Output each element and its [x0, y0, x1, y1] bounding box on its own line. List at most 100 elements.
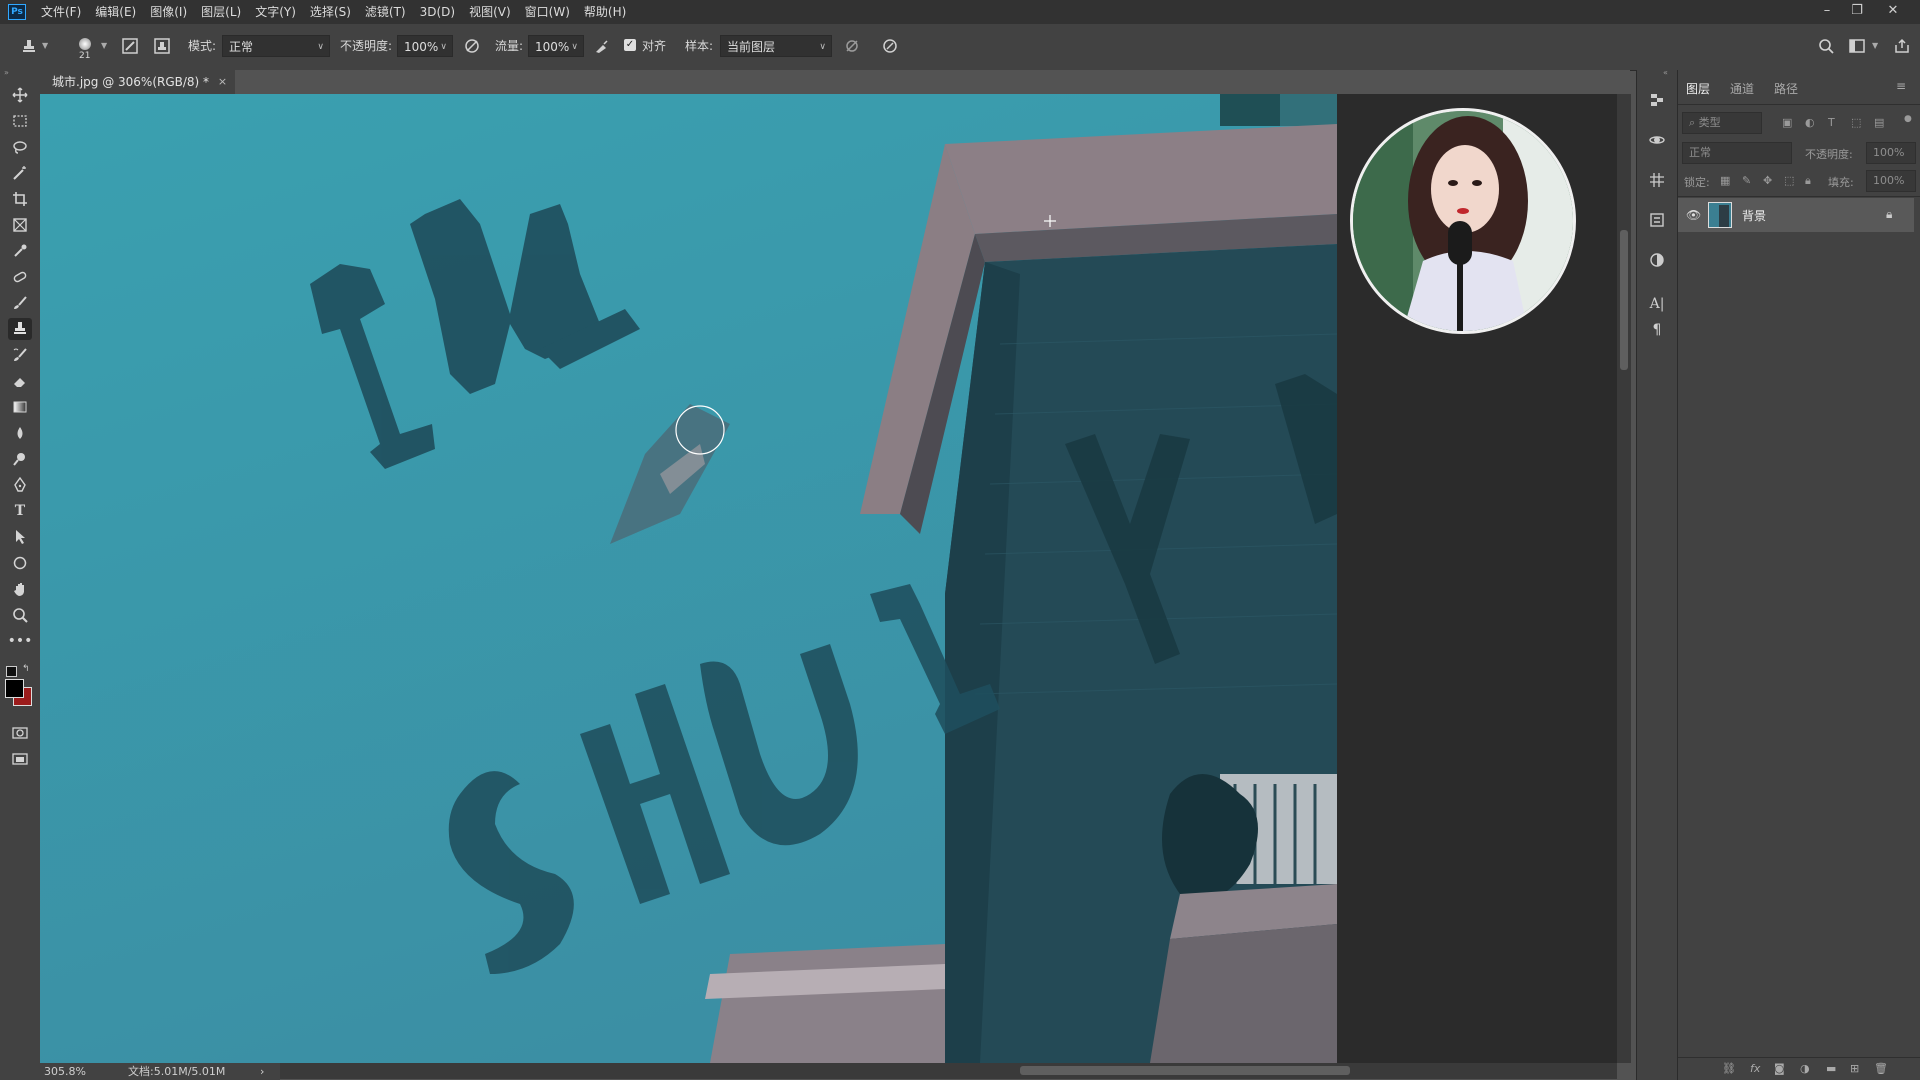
swap-colors-icon[interactable]: ↰ [22, 664, 30, 674]
crop-icon[interactable] [8, 188, 32, 210]
document-canvas[interactable] [40, 94, 1337, 1063]
menu-3d[interactable]: 3D(D) [413, 0, 462, 24]
pressure-opacity-icon[interactable] [462, 35, 482, 57]
status-menu-arrow[interactable]: › [260, 1063, 264, 1080]
tab-paths[interactable]: 路径 [1774, 80, 1798, 97]
menu-help[interactable]: 帮助(H) [577, 0, 633, 24]
properties-panel-icon[interactable] [1645, 208, 1669, 232]
paragraph-panel-icon[interactable]: ¶ [1645, 318, 1669, 342]
path-select-icon[interactable] [8, 526, 32, 548]
filter-smart-object-icon[interactable]: ▤ [1874, 116, 1884, 129]
filter-adjustment-icon[interactable]: ◐ [1805, 116, 1815, 129]
menu-layer[interactable]: 图层(L) [194, 0, 248, 24]
close-window-icon[interactable]: ✕ [1878, 0, 1908, 24]
type-icon[interactable]: T [8, 500, 32, 522]
opacity-input[interactable]: 100% ∨ [397, 35, 453, 57]
eyedropper-icon[interactable] [8, 240, 32, 262]
document-tab[interactable]: 城市.jpg @ 306%(RGB/8) * × [40, 70, 236, 94]
marquee-icon[interactable] [8, 110, 32, 132]
history-brush-icon[interactable] [8, 344, 32, 366]
fx-icon[interactable]: fx [1750, 1062, 1760, 1075]
lock-all-icon[interactable]: 🔒︎ [1805, 174, 1811, 188]
menu-image[interactable]: 图像(I) [143, 0, 194, 24]
layer-row[interactable]: 👁︎ 背景 🔒︎ [1678, 198, 1914, 232]
workspace-icon[interactable] [1846, 35, 1868, 57]
add-mask-icon[interactable]: ◙ [1774, 1062, 1785, 1075]
brush-icon[interactable] [8, 292, 32, 314]
horizontal-scroll-thumb[interactable] [1020, 1066, 1350, 1075]
pen-icon[interactable] [8, 474, 32, 496]
layer-filter-dropdown[interactable]: ⌕ 类型 [1682, 112, 1762, 134]
vertical-scroll-thumb[interactable] [1620, 230, 1628, 370]
lock-pixels-icon[interactable]: ✎ [1742, 174, 1751, 187]
search-icon[interactable] [1816, 35, 1836, 57]
collapse-panels-icon[interactable]: « [1663, 68, 1668, 77]
lock-position-icon[interactable]: ✥ [1763, 174, 1772, 187]
new-group-icon[interactable]: ▬ [1826, 1062, 1836, 1075]
menu-type[interactable]: 文字(Y) [248, 0, 303, 24]
shape-icon[interactable] [8, 552, 32, 574]
magic-wand-icon[interactable] [8, 162, 32, 184]
quick-mask-icon[interactable] [8, 722, 32, 744]
dodge-icon[interactable] [8, 448, 32, 470]
filter-pixel-icon[interactable]: ▣ [1782, 116, 1792, 129]
frame-icon[interactable] [8, 214, 32, 236]
grid-panel-icon[interactable] [1645, 168, 1669, 192]
lock-transparent-icon[interactable]: ▦ [1720, 174, 1730, 187]
3d-panel-icon[interactable] [1645, 128, 1669, 152]
blur-icon[interactable] [8, 422, 32, 444]
tab-layers[interactable]: 图层 [1686, 80, 1710, 97]
link-layers-icon[interactable]: ⛓︎ [1722, 1062, 1736, 1075]
history-panel-icon[interactable] [1645, 88, 1669, 112]
ignore-adjustment-layers-icon[interactable] [842, 35, 862, 57]
aligned-checkbox[interactable]: ✓ [624, 39, 636, 51]
clone-source-icon[interactable] [152, 35, 172, 57]
hand-icon[interactable] [8, 578, 32, 600]
more-icon[interactable]: ••• [8, 630, 33, 652]
gradient-icon[interactable] [8, 396, 32, 418]
filter-type-icon[interactable]: T [1828, 116, 1835, 129]
panel-menu-icon[interactable]: ≡ [1896, 79, 1906, 93]
minimize-icon[interactable]: – [1812, 0, 1842, 24]
zoom-level[interactable]: 305.8% [44, 1063, 86, 1080]
restore-icon[interactable]: ❐ [1842, 0, 1872, 24]
fill-input[interactable]: 100% [1866, 170, 1916, 192]
sample-dropdown[interactable]: 当前图层 ∨ [720, 35, 832, 57]
tab-channels[interactable]: 通道 [1730, 80, 1754, 97]
lock-artboard-icon[interactable]: ⬚ [1784, 174, 1794, 187]
chevron-down-icon[interactable]: ▼ [1872, 35, 1878, 57]
menu-select[interactable]: 选择(S) [303, 0, 358, 24]
flow-input[interactable]: 100% ∨ [528, 35, 584, 57]
blend-mode-dropdown[interactable]: 正常 [1682, 142, 1792, 164]
menu-window[interactable]: 窗口(W) [518, 0, 577, 24]
clone-stamp-icon[interactable] [8, 318, 32, 340]
foreground-color-swatch[interactable] [5, 679, 24, 698]
pressure-size-icon[interactable] [880, 35, 900, 57]
menu-view[interactable]: 视图(V) [462, 0, 518, 24]
new-adjustment-icon[interactable]: ◑ [1800, 1062, 1810, 1075]
share-icon[interactable] [1892, 35, 1912, 57]
move-icon[interactable] [8, 84, 32, 106]
filter-shape-icon[interactable]: ⬚ [1851, 116, 1861, 129]
menu-file[interactable]: 文件(F) [34, 0, 88, 24]
eye-visibility-icon[interactable]: 👁︎ [1686, 208, 1701, 222]
healing-icon[interactable] [8, 266, 32, 288]
collapse-toolbar-icon[interactable]: » [4, 68, 9, 77]
adjustments-panel-icon[interactable] [1645, 248, 1669, 272]
mode-dropdown[interactable]: 正常 ∨ [222, 35, 330, 57]
brush-settings-icon[interactable] [120, 35, 140, 57]
clone-stamp-preset-icon[interactable] [18, 35, 40, 57]
chevron-down-icon[interactable]: ▼ [42, 35, 48, 57]
lasso-icon[interactable] [8, 136, 32, 158]
default-colors-icon[interactable] [6, 666, 17, 677]
screen-mode-icon[interactable] [8, 748, 32, 770]
layer-opacity-input[interactable]: 100% [1866, 142, 1916, 164]
zoom-icon[interactable] [8, 604, 32, 626]
filter-toggle-icon[interactable]: ● [1904, 114, 1912, 124]
menu-edit[interactable]: 编辑(E) [88, 0, 143, 24]
menu-filter[interactable]: 滤镜(T) [358, 0, 413, 24]
chevron-down-icon[interactable]: ▼ [101, 35, 107, 57]
horizontal-scrollbar[interactable] [280, 1063, 1617, 1079]
airbrush-icon[interactable] [592, 35, 612, 57]
character-panel-icon[interactable]: A| [1645, 292, 1669, 316]
